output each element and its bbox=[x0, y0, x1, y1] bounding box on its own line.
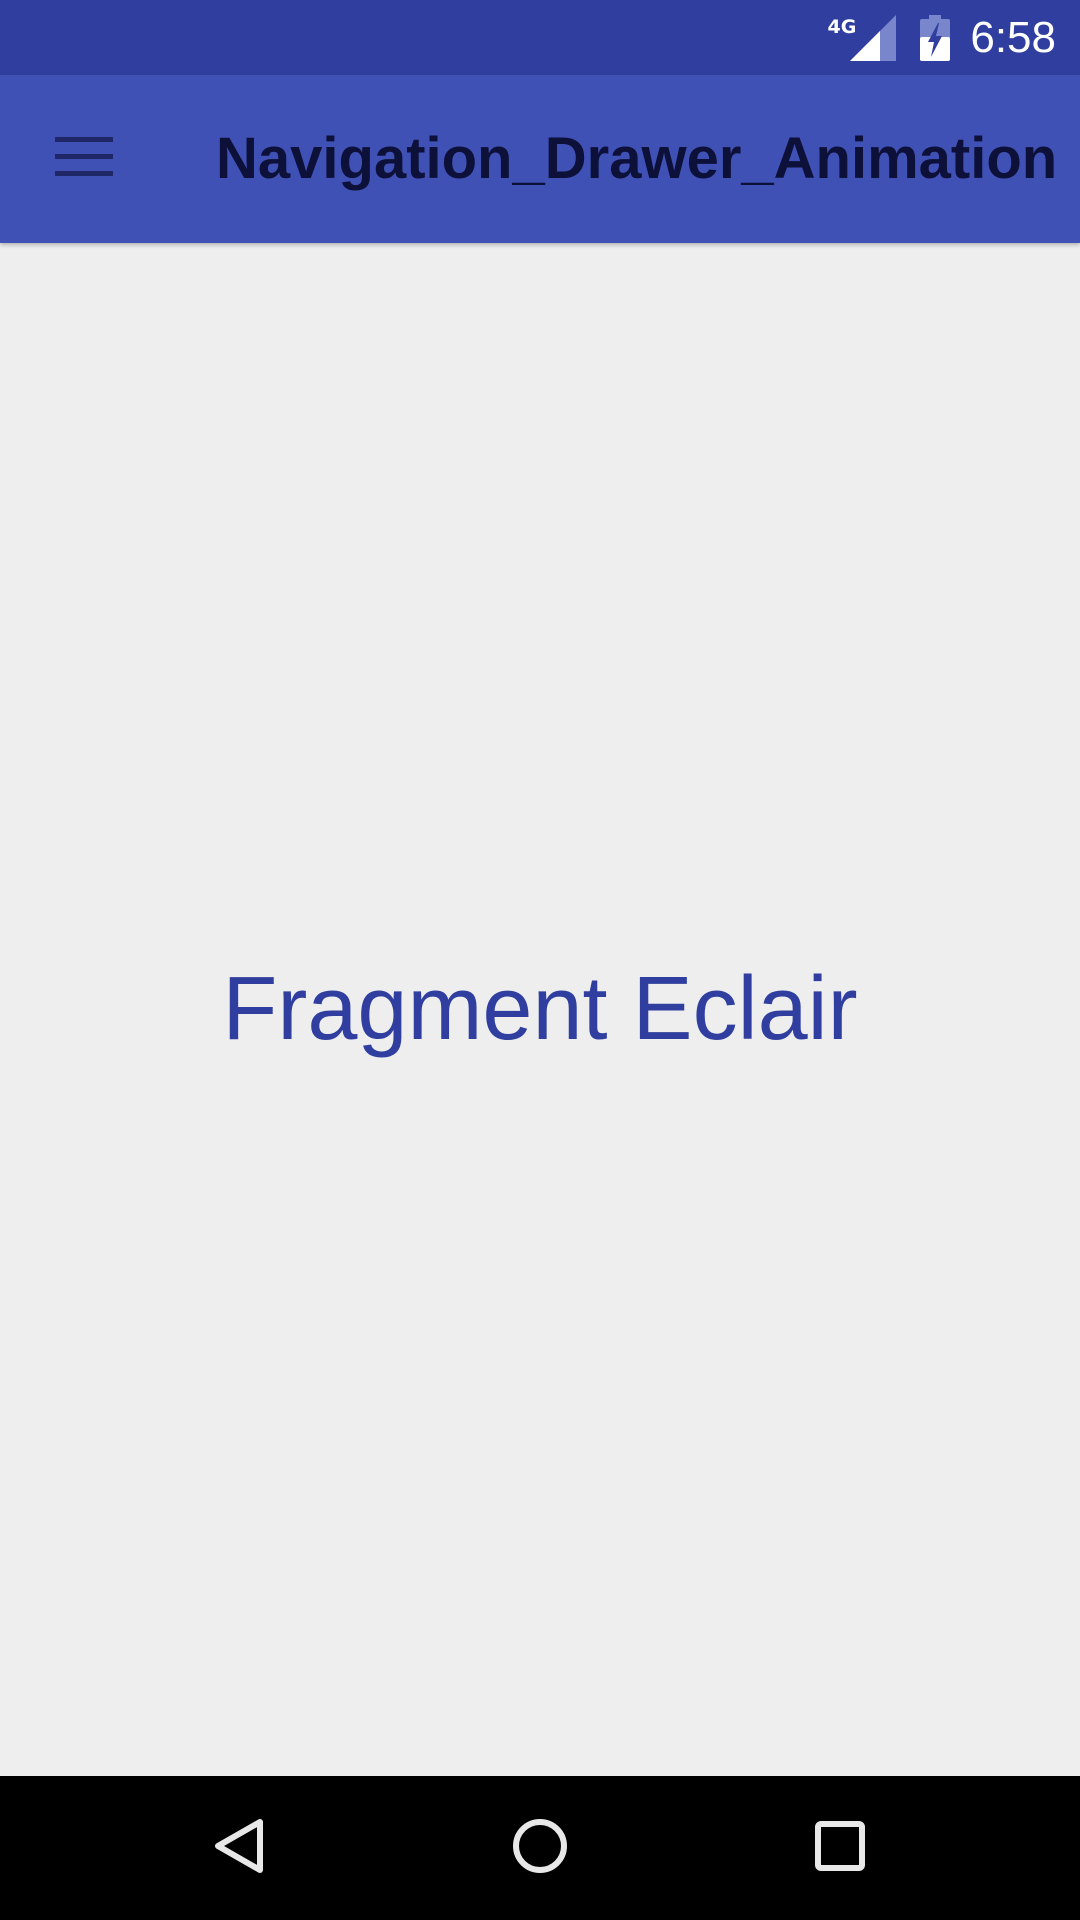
fragment-label: Fragment Eclair bbox=[222, 959, 858, 1059]
signal-icon bbox=[850, 14, 897, 61]
recents-icon bbox=[814, 1820, 866, 1877]
recents-button[interactable] bbox=[790, 1798, 890, 1898]
hamburger-menu-icon bbox=[55, 135, 113, 184]
status-icons: 4G 6:58 bbox=[828, 0, 1056, 75]
status-bar: 4G 6:58 bbox=[0, 0, 1080, 75]
app-screen: 4G 6:58 Navigation_Drawer_Animation Frag… bbox=[0, 0, 1080, 1920]
menu-button[interactable] bbox=[28, 107, 140, 211]
clock: 6:58 bbox=[970, 12, 1056, 62]
back-icon bbox=[212, 1816, 268, 1881]
back-button[interactable] bbox=[190, 1798, 290, 1898]
app-bar: Navigation_Drawer_Animation bbox=[0, 75, 1080, 243]
fragment-content: Fragment Eclair bbox=[0, 243, 1080, 1776]
home-button[interactable] bbox=[490, 1798, 590, 1898]
battery-charging-icon bbox=[920, 14, 951, 61]
navigation-bar bbox=[0, 1776, 1080, 1920]
page-title: Navigation_Drawer_Animation bbox=[216, 126, 1058, 191]
home-icon bbox=[511, 1817, 569, 1880]
